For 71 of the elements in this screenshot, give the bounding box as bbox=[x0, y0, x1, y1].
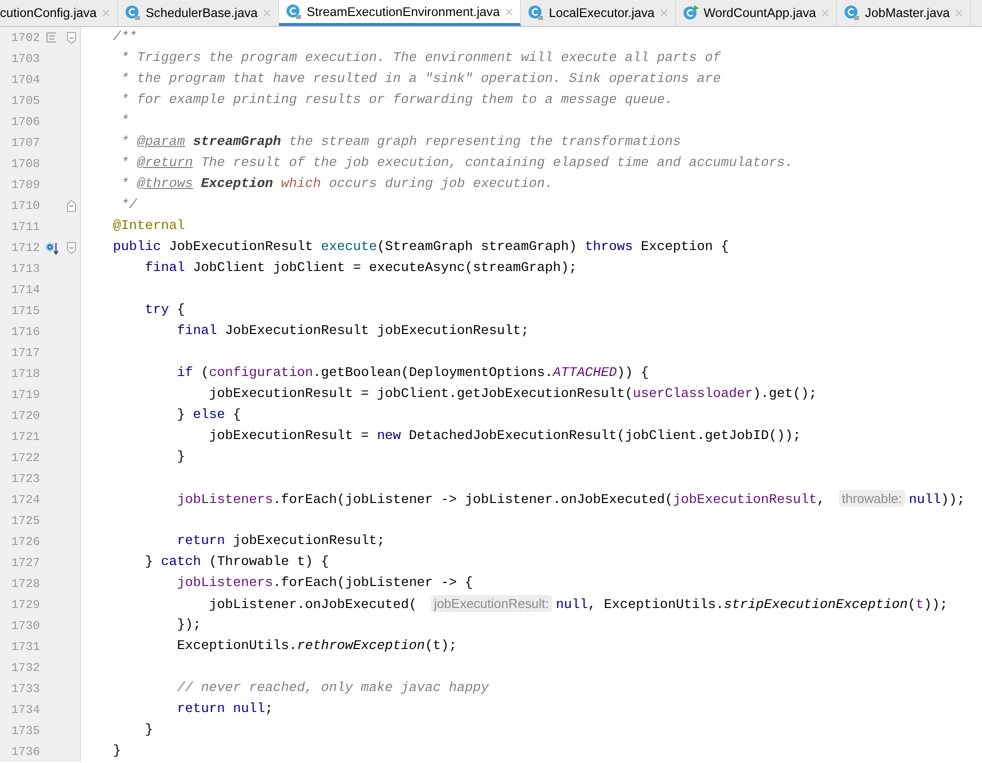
code-line: } catch (Throwable t) { bbox=[144, 555, 329, 570]
code-line: /** bbox=[112, 30, 137, 45]
code-line: } bbox=[112, 744, 121, 759]
line-number: 1733 bbox=[11, 682, 40, 696]
line-number: 1729 bbox=[11, 598, 40, 612]
editor-tab[interactable]: WordCountApp.java bbox=[676, 0, 838, 26]
line-number: 1717 bbox=[11, 346, 40, 360]
code-line: // never reached, only make javac happy bbox=[176, 681, 489, 696]
line-number: 1734 bbox=[11, 702, 40, 716]
line-number: 1705 bbox=[11, 94, 40, 108]
code-line: * Triggers the program execution. The environment will execute all parts of bbox=[120, 51, 721, 66]
code-line: * the program that have resulted in a "sink" operation. Sink operations are bbox=[120, 72, 721, 87]
line-number: 1724 bbox=[11, 492, 40, 506]
line-number: 1712 bbox=[11, 240, 40, 254]
line-number: 1725 bbox=[11, 514, 40, 528]
code-line: } else { bbox=[176, 408, 241, 423]
line-number: 1703 bbox=[11, 52, 40, 66]
line-number: 1714 bbox=[11, 282, 40, 296]
code-line: return jobExecutionResult; bbox=[176, 534, 385, 549]
code-line: } bbox=[144, 723, 153, 738]
line-number: 1732 bbox=[11, 660, 40, 674]
code-line: jobListeners.forEach(jobListener -> { bbox=[176, 576, 473, 591]
code-line: final JobExecutionResult jobExecutionResult; bbox=[176, 324, 529, 339]
code-line: jobExecutionResult = jobClient.getJobExecutionResult(userClassloader).get(); bbox=[208, 387, 817, 402]
editor-tab[interactable]: StreamExecutionEnvironment.java bbox=[278, 0, 521, 26]
code-line: jobListener.onJobExecuted( jobExecutionResult: null, ExceptionUtils.stripExecutionException(t)); bbox=[208, 596, 948, 613]
editor-tab[interactable]: SchedulerBase.java bbox=[118, 0, 279, 26]
line-number: 1721 bbox=[11, 430, 40, 444]
line-number: 1719 bbox=[11, 388, 40, 402]
code-line: ExceptionUtils.rethrowException(t); bbox=[176, 639, 457, 654]
code-line: * @return The result of the job execution, containing elapsed time and accumulators. bbox=[120, 156, 793, 171]
line-number: 1718 bbox=[11, 366, 40, 380]
line-number: 1726 bbox=[11, 534, 40, 548]
code-line: * bbox=[120, 114, 129, 129]
line-number: 1711 bbox=[11, 220, 40, 234]
code-line: } bbox=[176, 450, 185, 465]
line-number: 1722 bbox=[11, 450, 40, 464]
line-number: 1731 bbox=[11, 640, 40, 654]
code-line: jobExecutionResult = new DetachedJobExecutionResult(jobClient.getJobID()); bbox=[208, 429, 801, 444]
line-number: 1709 bbox=[11, 178, 40, 192]
code-line: * for example printing results or forwarding them to a message queue. bbox=[120, 93, 673, 108]
line-number: 1735 bbox=[11, 724, 40, 738]
line-number: 1710 bbox=[11, 198, 40, 212]
line-number: 1702 bbox=[11, 30, 40, 44]
editor-tab[interactable]: cutionConfig.java bbox=[0, 0, 118, 26]
code-line: jobListeners.forEach(jobListener -> jobListener.onJobExecuted(jobExecutionResult, throwable: null)); bbox=[176, 491, 965, 508]
line-number: 1730 bbox=[11, 618, 40, 632]
code-line: }); bbox=[176, 618, 201, 633]
line-number: 1707 bbox=[11, 136, 40, 150]
line-number: 1720 bbox=[11, 408, 40, 422]
code-line: public JobExecutionResult execute(StreamGraph streamGraph) throws Exception { bbox=[112, 240, 729, 255]
code-line: * @param streamGraph the stream graph representing the transformations bbox=[120, 135, 681, 150]
code-line: * @throws Exception which occurs during job execution. bbox=[120, 177, 553, 192]
line-number: 1723 bbox=[11, 472, 40, 486]
line-number: 1704 bbox=[11, 72, 40, 86]
line-number: 1736 bbox=[11, 744, 40, 758]
line-number: 1716 bbox=[11, 324, 40, 338]
line-number: 1706 bbox=[11, 114, 40, 128]
line-number: 1715 bbox=[11, 304, 40, 318]
line-number: 1728 bbox=[11, 576, 40, 590]
code-line: if (configuration.getBoolean(DeploymentOptions.ATTACHED)) { bbox=[176, 366, 649, 381]
code-line: @Internal bbox=[112, 219, 185, 234]
code-line: return null; bbox=[176, 702, 273, 717]
editor-tab[interactable]: LocalExecutor.java bbox=[520, 0, 676, 26]
line-number: 1713 bbox=[11, 262, 40, 276]
line-number: 1708 bbox=[11, 156, 40, 170]
code-line: */ bbox=[120, 198, 137, 213]
editor-tab[interactable]: JobMaster.java bbox=[837, 0, 971, 26]
code-line: try { bbox=[144, 303, 185, 318]
code-line: final JobClient jobClient = executeAsync(streamGraph); bbox=[144, 261, 577, 276]
line-number: 1727 bbox=[11, 556, 40, 570]
